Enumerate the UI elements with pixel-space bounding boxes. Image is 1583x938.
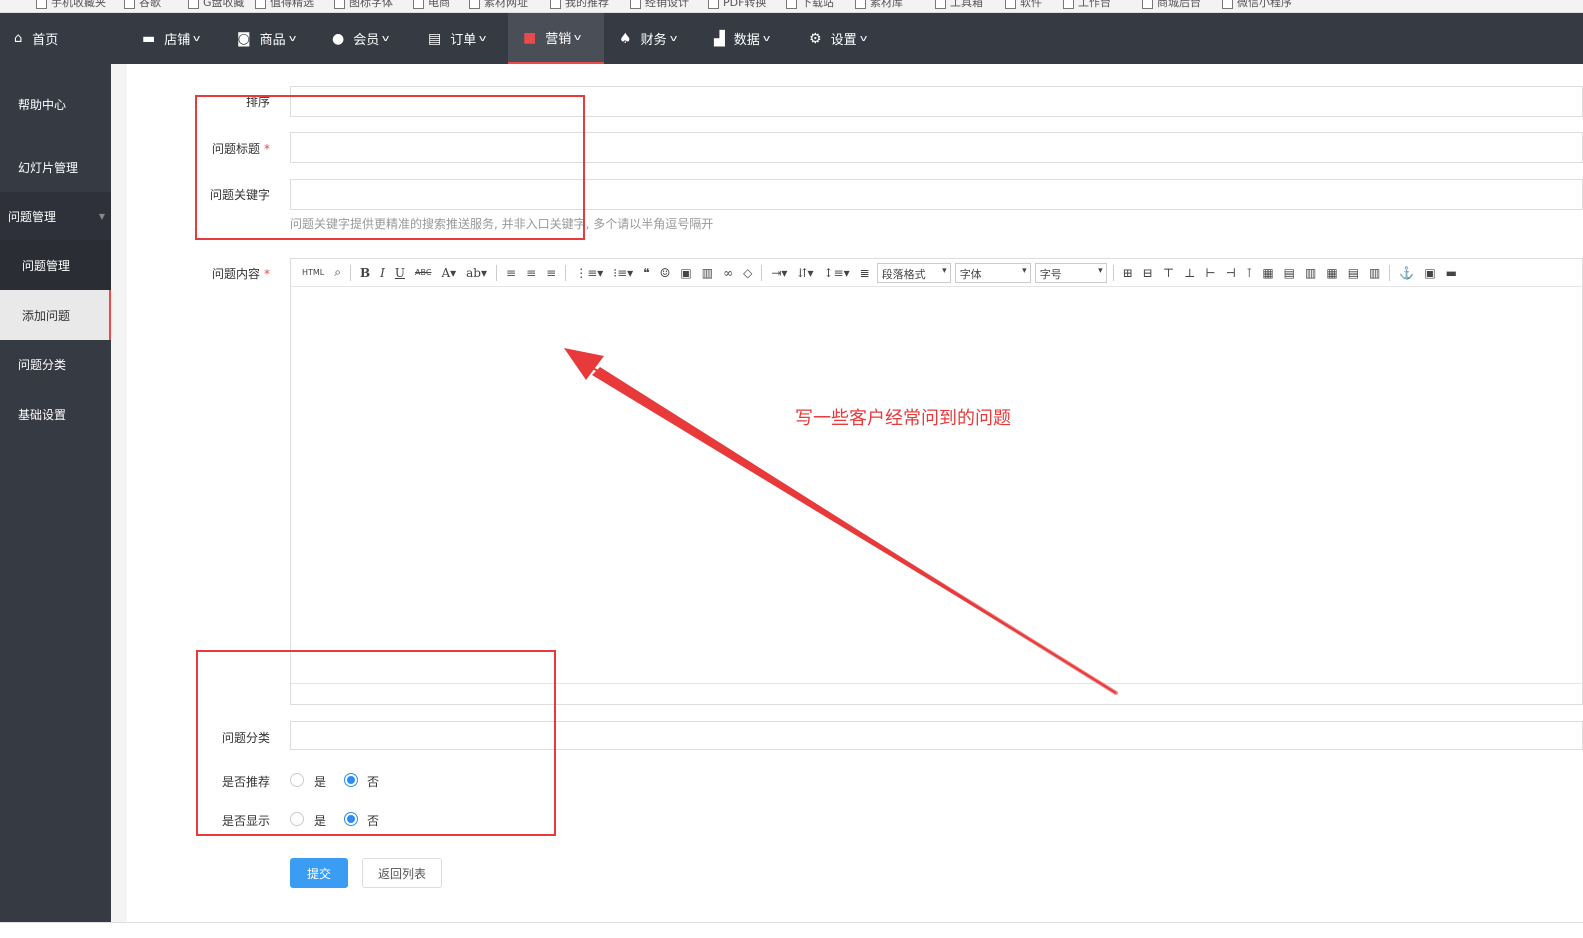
bottom-bar: [0, 922, 1583, 938]
annotation-arrow: [564, 348, 1118, 695]
